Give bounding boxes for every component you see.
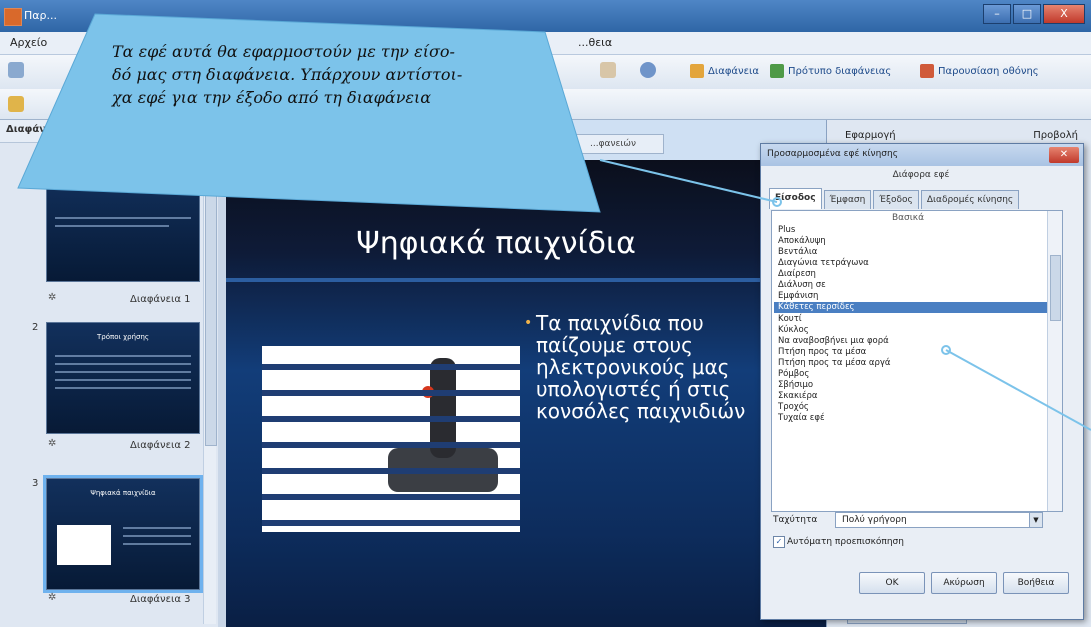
maximize-button[interactable]: □: [1013, 4, 1041, 24]
thumb-image: [57, 525, 111, 565]
callout-text: Τα εφέ αυτά θα εφαρμοστούν με την είσο- …: [112, 40, 582, 109]
speed-label: Ταχύτητα: [773, 515, 818, 525]
list-item[interactable]: Να αναβοσβήνει μια φορά: [778, 336, 1040, 347]
list-item-selected[interactable]: Κάθετες περσίδες: [774, 302, 1048, 313]
speed-select[interactable]: Πολύ γρήγορη ▼: [835, 512, 1043, 528]
list-item[interactable]: Τροχός: [778, 402, 1040, 413]
toolbar-slideshow-button[interactable]: Παρουσίαση οθόνης: [920, 64, 1039, 78]
list-item[interactable]: Σβήσιμο: [778, 380, 1040, 391]
cancel-button[interactable]: Ακύρωση: [931, 572, 997, 594]
animation-star-icon: ✲: [48, 292, 57, 303]
task-pane-view[interactable]: Προβολή: [1033, 130, 1078, 141]
slide-bullet[interactable]: • Τα παιχνίδια που παίζουμε στους ηλεκτρ…: [524, 312, 786, 422]
dialog-title: Προσαρμοσμένα εφέ κίνησης: [767, 149, 898, 159]
dialog-close-button[interactable]: ✕: [1049, 147, 1079, 163]
ok-button[interactable]: OK: [859, 572, 925, 594]
list-item[interactable]: Αποκάλυψη: [778, 236, 1040, 247]
window-controls: – □ X: [983, 4, 1085, 24]
slide-label-2: Διαφάνεια 2: [130, 440, 191, 451]
callout-line: δό μας στη διαφάνεια. Υπάρχουν αντίστοι-: [112, 65, 463, 84]
list-item[interactable]: Διαγώνια τετράγωνα: [778, 258, 1040, 269]
slide-master-icon: [770, 64, 784, 78]
autopreview-checkbox[interactable]: ✓: [773, 536, 785, 548]
help-icon[interactable]: [640, 62, 656, 78]
slide-thumbnail-3[interactable]: Ψηφιακά παιχνίδια: [43, 475, 203, 593]
task-pane-title: Εφαρμογή: [845, 130, 896, 141]
thumb-text-line: [55, 225, 169, 227]
blind-stripe: [262, 364, 520, 370]
tab-motion-paths[interactable]: Διαδρομές κίνησης: [920, 190, 1020, 209]
dialog-group-label: Διάφορα εφέ: [892, 170, 950, 180]
list-item[interactable]: Πτήση προς τα μέσα: [778, 347, 1040, 358]
effects-list-scrollbar[interactable]: [1047, 211, 1062, 511]
dialog-titlebar[interactable]: Προσαρμοσμένα εφέ κίνησης ✕: [761, 144, 1083, 166]
joystick-image[interactable]: [262, 346, 520, 532]
list-item[interactable]: Εμφάνιση: [778, 291, 1040, 302]
list-item[interactable]: Διάλυση σε: [778, 280, 1040, 291]
minimize-button[interactable]: –: [983, 4, 1011, 24]
thumb-text-line: [55, 355, 191, 357]
scroll-thumb[interactable]: [1050, 255, 1061, 321]
thumb-text-line: [55, 371, 191, 373]
tab-entrance[interactable]: Είσοδος: [769, 188, 822, 209]
effects-list[interactable]: Βασικά Plus Αποκάλυψη Βεντάλια Διαγώνια …: [771, 210, 1063, 512]
list-item[interactable]: Πτήση προς τα μέσα αργά: [778, 358, 1040, 369]
slide-label-1: Διαφάνεια 1: [130, 294, 191, 305]
close-button[interactable]: X: [1043, 4, 1085, 24]
thumb-text-line: [55, 363, 191, 365]
slide-title[interactable]: Ψηφιακά παιχνίδια: [226, 226, 766, 261]
add-effect-dialog: Προσαρμοσμένα εφέ κίνησης ✕ Διάφορα εφέ …: [760, 143, 1084, 620]
effect-tabs: Είσοδος Έμφαση Έξοδος Διαδρομές κίνησης: [769, 188, 1075, 210]
blind-stripe: [262, 468, 520, 474]
tab-emphasis[interactable]: Έμφαση: [823, 190, 872, 209]
slide-title-band: [226, 278, 826, 282]
toolbar-slide-button[interactable]: Διαφάνεια: [690, 64, 759, 78]
thumb-text-line: [123, 527, 191, 529]
blind-stripe: [262, 494, 520, 500]
slide-label-3: Διαφάνεια 3: [130, 594, 191, 605]
animation-star-icon: ✲: [48, 592, 57, 603]
effects-category: Βασικά: [891, 213, 925, 223]
thumb-text-line: [55, 379, 191, 381]
annotation-callout: [17, 13, 601, 213]
callout-line: Τα εφέ αυτά θα εφαρμοστούν με την είσο-: [112, 42, 455, 61]
list-item[interactable]: Διαίρεση: [778, 269, 1040, 280]
slide-number-2: 2: [32, 322, 39, 333]
autopreview-label: Αυτόματη προεπισκόπηση: [787, 537, 904, 547]
list-item[interactable]: Βεντάλια: [778, 247, 1040, 258]
blind-stripe: [262, 416, 520, 422]
bullet-dot-icon: •: [524, 315, 533, 331]
slide-canvas[interactable]: Ψηφιακά παιχνίδια • Τα παιχνίδια που παί…: [226, 160, 826, 627]
help-button[interactable]: Βοήθεια: [1003, 572, 1069, 594]
blind-stripe: [262, 390, 520, 396]
list-item[interactable]: Τυχαία εφέ: [778, 413, 1040, 424]
thumb-text-line: [123, 535, 191, 537]
blind-stripe: [262, 520, 520, 526]
slideshow-icon: [920, 64, 934, 78]
animation-star-icon: ✲: [48, 438, 57, 449]
slide-number-3: 3: [32, 478, 39, 489]
list-item[interactable]: Plus: [778, 225, 1040, 236]
slide-thumbnail-2[interactable]: Τρόποι χρήσης: [46, 322, 200, 434]
tab-exit[interactable]: Έξοδος: [873, 190, 919, 209]
thumb-title-2: Τρόποι χρήσης: [97, 333, 149, 341]
chevron-down-icon[interactable]: ▼: [1029, 513, 1042, 527]
thumb-text-line: [55, 387, 191, 389]
thumb-title-3: Ψηφιακά παιχνίδια: [90, 489, 156, 497]
list-item[interactable]: Ρόμβος: [778, 369, 1040, 380]
list-item[interactable]: Σκακιέρα: [778, 391, 1040, 402]
thumb-text-line: [123, 543, 191, 545]
blind-stripe: [262, 442, 520, 448]
toolbar-slide-master-button[interactable]: Πρότυπο διαφάνειας: [770, 64, 891, 78]
list-item[interactable]: Κουτί: [778, 314, 1040, 325]
slide-icon: [690, 64, 704, 78]
list-item[interactable]: Κύκλος: [778, 325, 1040, 336]
callout-line: χα εφέ για την έξοδο από τη διαφάνεια: [112, 88, 432, 107]
